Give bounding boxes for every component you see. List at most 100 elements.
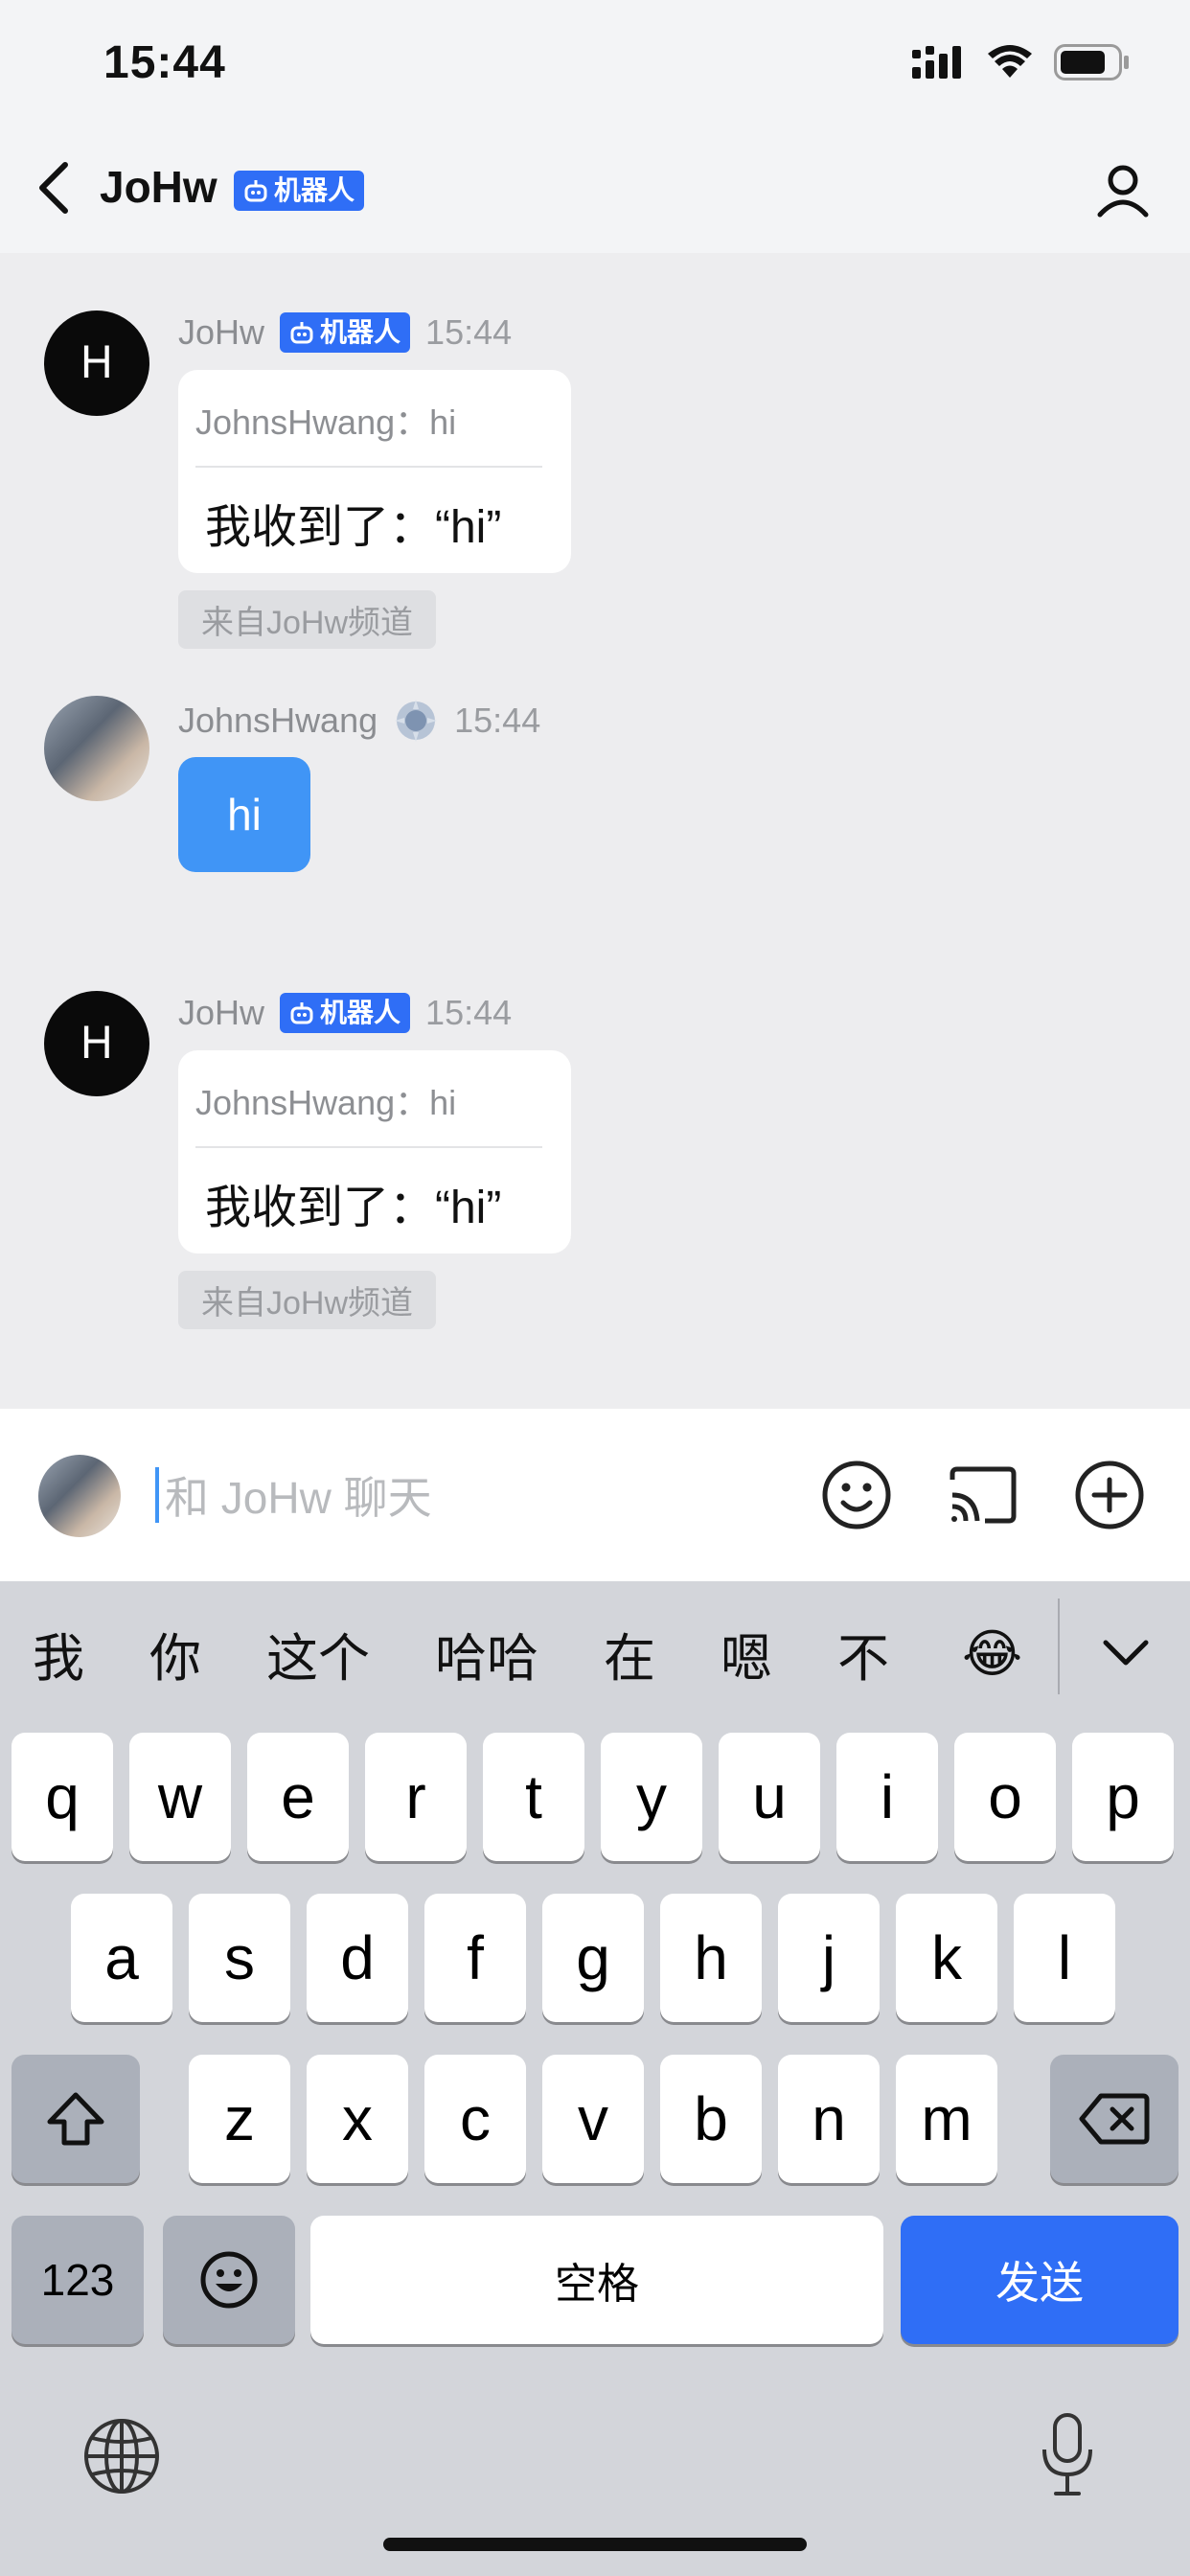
message-header: JoHw 机器人 15:44 — [178, 993, 512, 1033]
robot-icon — [290, 1002, 313, 1024]
source-tag[interactable]: 来自JoHw频道 — [178, 1271, 437, 1329]
battery-icon — [1054, 44, 1129, 80]
message-time: 15:44 — [454, 701, 541, 740]
key-c[interactable]: c — [424, 2055, 526, 2183]
robot-badge-label: 机器人 — [320, 998, 401, 1027]
suggestion-item[interactable]: 不 — [837, 1616, 889, 1691]
suggestion-item[interactable]: 嗯 — [721, 1616, 772, 1691]
add-button[interactable] — [1069, 1455, 1150, 1535]
sender-name: JoHw — [178, 993, 265, 1032]
key-j[interactable]: j — [778, 1894, 880, 2022]
status-icons — [912, 44, 1131, 80]
key-s[interactable]: s — [189, 1894, 290, 2022]
avatar[interactable]: Ꮋ — [44, 310, 149, 416]
suggestion-divider — [1058, 1598, 1060, 1694]
avatar[interactable] — [38, 1455, 121, 1537]
robot-badge-label: 机器人 — [274, 175, 355, 205]
emoji-button[interactable] — [816, 1455, 897, 1535]
key-z[interactable]: z — [189, 2055, 290, 2183]
avatar[interactable] — [44, 696, 149, 801]
key-x[interactable]: x — [307, 2055, 408, 2183]
robot-badge: 机器人 — [280, 312, 411, 353]
backspace-icon — [1079, 2093, 1150, 2145]
delete-key[interactable] — [1050, 2055, 1179, 2183]
key-k[interactable]: k — [896, 1894, 997, 2022]
shift-key[interactable] — [11, 2055, 140, 2183]
suggestion-item[interactable]: 我 — [33, 1616, 84, 1691]
sender-name: JoHw — [178, 312, 265, 352]
emoji-icon — [200, 2251, 258, 2309]
key-q[interactable]: q — [11, 1733, 113, 1861]
sender-name: JohnsHwang — [178, 701, 378, 740]
plus-circle-icon — [1075, 1460, 1144, 1530]
key-n[interactable]: n — [778, 2055, 880, 2183]
emoji-key[interactable] — [163, 2216, 295, 2344]
key-i[interactable]: i — [836, 1733, 938, 1861]
shift-icon — [47, 2092, 104, 2146]
cellular-signal-icon — [912, 46, 961, 79]
robot-icon — [290, 322, 313, 344]
robot-badge: 机器人 — [234, 171, 365, 211]
message-time: 15:44 — [425, 993, 513, 1032]
message-input[interactable]: 和 JoHw 聊天 — [155, 1464, 768, 1526]
key-u[interactable]: u — [719, 1733, 820, 1861]
key-h[interactable]: h — [660, 1894, 762, 2022]
status-time: 15:44 — [103, 37, 226, 88]
suggestion-item[interactable]: 这个 — [266, 1616, 370, 1691]
key-m[interactable]: m — [896, 2055, 997, 2183]
suggestion-item[interactable]: 哈哈 — [435, 1616, 538, 1691]
key-t[interactable]: t — [483, 1733, 584, 1861]
message-bubble[interactable]: hi — [178, 757, 310, 872]
suggestion-item[interactable]: 在 — [604, 1616, 655, 1691]
quoted-text: JohnsHwang：hi — [195, 402, 457, 442]
message-input-placeholder: 和 JoHw 聊天 — [165, 1473, 432, 1523]
key-g[interactable]: g — [542, 1894, 644, 2022]
chevron-down-icon[interactable] — [1092, 1620, 1159, 1687]
home-indicator[interactable] — [383, 2538, 807, 2551]
key-d[interactable]: d — [307, 1894, 408, 2022]
text-caret — [155, 1467, 159, 1523]
smiley-icon — [822, 1460, 891, 1530]
member-badge-icon — [395, 700, 438, 742]
globe-icon[interactable] — [82, 2417, 161, 2496]
message-time: 15:44 — [425, 312, 513, 352]
key-f[interactable]: f — [424, 1894, 526, 2022]
key-l[interactable]: l — [1014, 1894, 1115, 2022]
send-key[interactable]: 发送 — [901, 2216, 1179, 2344]
chat-list[interactable]: Ꮋ JoHw 机器人 15:44 JohnsHwang：hi 我收到了：“hi”… — [0, 253, 1190, 1409]
key-o[interactable]: o — [954, 1733, 1056, 1861]
suggestion-item[interactable]: 你 — [149, 1616, 201, 1691]
message-bubble[interactable]: JohnsHwang：hi 我收到了：“hi” — [178, 1050, 571, 1254]
message-bubble[interactable]: JohnsHwang：hi 我收到了：“hi” — [178, 370, 571, 573]
person-icon[interactable] — [1094, 161, 1152, 218]
source-tag[interactable]: 来自JoHw频道 — [178, 590, 437, 649]
chat-title: JoHw — [100, 162, 217, 212]
quoted-text: JohnsHwang：hi — [195, 1083, 457, 1122]
cast-icon — [950, 1466, 1017, 1524]
wifi-icon — [988, 45, 1032, 78]
mic-icon[interactable] — [1037, 2411, 1098, 2499]
input-bar: 和 JoHw 聊天 — [0, 1409, 1190, 1581]
key-r[interactable]: r — [365, 1733, 467, 1861]
robot-badge-label: 机器人 — [320, 317, 401, 347]
key-w[interactable]: w — [129, 1733, 231, 1861]
reply-text: 我收到了：“hi” — [205, 502, 502, 553]
space-key[interactable]: 空格 — [310, 2216, 883, 2344]
key-v[interactable]: v — [542, 2055, 644, 2183]
chevron-left-icon[interactable] — [34, 159, 73, 217]
cast-button[interactable] — [943, 1455, 1023, 1535]
message-header: JohnsHwang 15:44 — [178, 698, 540, 744]
avatar[interactable]: Ꮋ — [44, 991, 149, 1096]
key-y[interactable]: y — [601, 1733, 702, 1861]
top-bar: 15:44 JoHw 机器人 — [0, 0, 1190, 253]
key-b[interactable]: b — [660, 2055, 762, 2183]
quote-divider — [195, 1146, 542, 1148]
key-e[interactable]: e — [247, 1733, 349, 1861]
quote-divider — [195, 466, 542, 468]
suggestion-emoji[interactable]: 😂 — [962, 1623, 1022, 1684]
message-header: JoHw 机器人 15:44 — [178, 312, 512, 353]
robot-icon — [244, 180, 267, 202]
key-p[interactable]: p — [1072, 1733, 1174, 1861]
key-a[interactable]: a — [71, 1894, 172, 2022]
numbers-key[interactable]: 123 — [11, 2216, 144, 2344]
